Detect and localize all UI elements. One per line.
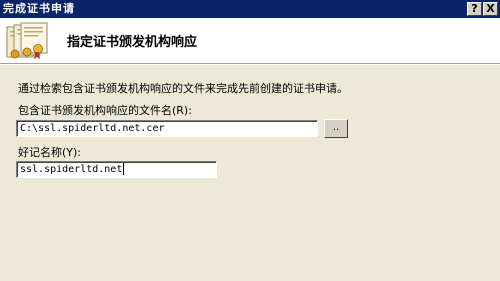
certificate-stack-icon bbox=[6, 22, 48, 59]
close-button[interactable]: X bbox=[483, 2, 498, 16]
page-title: 指定证书颁发机构响应 bbox=[67, 35, 198, 50]
friendly-name-input[interactable]: ssl.spiderltd.net bbox=[16, 161, 217, 178]
wizard-body: 通过检索包含证书颁发机构响应的文件来完成先前创建的证书申请。 包含证书颁发机构响… bbox=[0, 65, 500, 281]
help-button[interactable]: ? bbox=[467, 2, 482, 16]
response-file-input[interactable]: C:\ssl.spiderltd.net.cer bbox=[16, 120, 318, 137]
friendly-name-label: 好记名称(Y): bbox=[18, 146, 82, 159]
text-caret bbox=[123, 163, 125, 175]
friendly-name-value: ssl.spiderltd.net bbox=[20, 164, 123, 175]
wizard-header: 指定证书颁发机构响应 bbox=[0, 18, 500, 64]
complete-certificate-request-dialog: 完成证书申请 ? X 指定证书颁发机构响应 通过检索包含证书颁发机构响应的文件来… bbox=[0, 0, 500, 281]
browse-button[interactable]: .. bbox=[324, 119, 348, 138]
title-bar[interactable]: 完成证书申请 ? X bbox=[0, 0, 500, 18]
response-file-label: 包含证书颁发机构响应的文件名(R): bbox=[18, 104, 192, 117]
instructions-text: 通过检索包含证书颁发机构响应的文件来完成先前创建的证书申请。 bbox=[18, 82, 348, 95]
window-title: 完成证书申请 bbox=[3, 2, 75, 15]
